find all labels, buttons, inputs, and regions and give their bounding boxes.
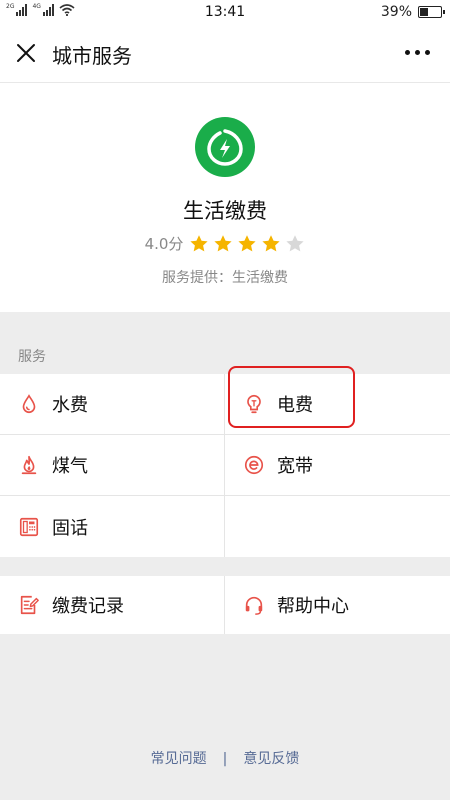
service-profile: 生活缴费 4.0分 服务提供：生活缴费 [0,82,450,312]
service-label: 煤气 [52,456,88,477]
service-label: 宽带 [277,456,313,477]
footer-links: 常见问题 | 意见反馈 [0,748,450,768]
footer-separator: | [222,751,228,767]
services-grid: 水费 电费 煤气 宽带 固话 [0,366,450,557]
flame-icon [21,455,37,475]
app-logo [195,117,255,177]
battery-status: 39% [380,4,445,20]
service-label: 电费 [277,395,313,416]
grid-row: 水费 电费 [0,366,450,435]
star-filled-icon [214,234,233,251]
grid-row: 煤气 宽带 [0,435,450,496]
service-label: 固话 [52,517,88,539]
extras-grid: 缴费记录 帮助中心 [0,576,450,634]
battery-percent: 39% [380,4,412,20]
nav-bar: 城市服务 [0,24,450,82]
service-landline[interactable]: 固话 [0,496,225,557]
empty-cell [225,496,450,557]
star-filled-icon [190,234,209,251]
page-title: 城市服务 [52,44,132,68]
section-label: 服务 [18,349,46,365]
faq-link[interactable]: 常见问题 [151,751,207,767]
payment-records[interactable]: 缴费记录 [0,576,225,634]
star-filled-icon [238,234,257,251]
lightbulb-icon [247,394,261,414]
water-drop-icon [22,394,36,413]
telephone-icon [19,517,39,536]
star-filled-icon [262,234,281,251]
extras-label: 帮助中心 [277,596,349,617]
service-water[interactable]: 水费 [0,374,225,434]
service-provider: 服务提供：生活缴费 [162,270,288,286]
rating-stars [189,234,305,254]
broadband-e-icon [244,455,264,475]
service-name: 生活缴费 [183,199,267,223]
feedback-link[interactable]: 意见反馈 [243,751,299,767]
star-empty-icon [286,234,305,251]
headset-icon [245,596,263,615]
service-electricity[interactable]: 电费 [225,366,450,434]
extras-label: 缴费记录 [52,596,124,617]
help-center[interactable]: 帮助中心 [225,576,450,634]
service-broadband[interactable]: 宽带 [225,435,450,495]
grid-row: 缴费记录 帮助中心 [0,576,450,634]
service-label: 水费 [52,395,88,416]
record-edit-icon [20,595,39,615]
rating-score: 4.0分 [144,235,184,253]
service-gas[interactable]: 煤气 [0,435,225,495]
rating: 4.0分 [0,233,450,254]
grid-row: 固话 [0,496,450,557]
more-options-icon[interactable] [405,50,430,55]
close-icon[interactable] [14,41,38,65]
lightning-drop-icon [207,129,243,166]
status-bar: 2G 4G 13:41 39% [0,0,450,24]
battery-icon [418,6,445,18]
